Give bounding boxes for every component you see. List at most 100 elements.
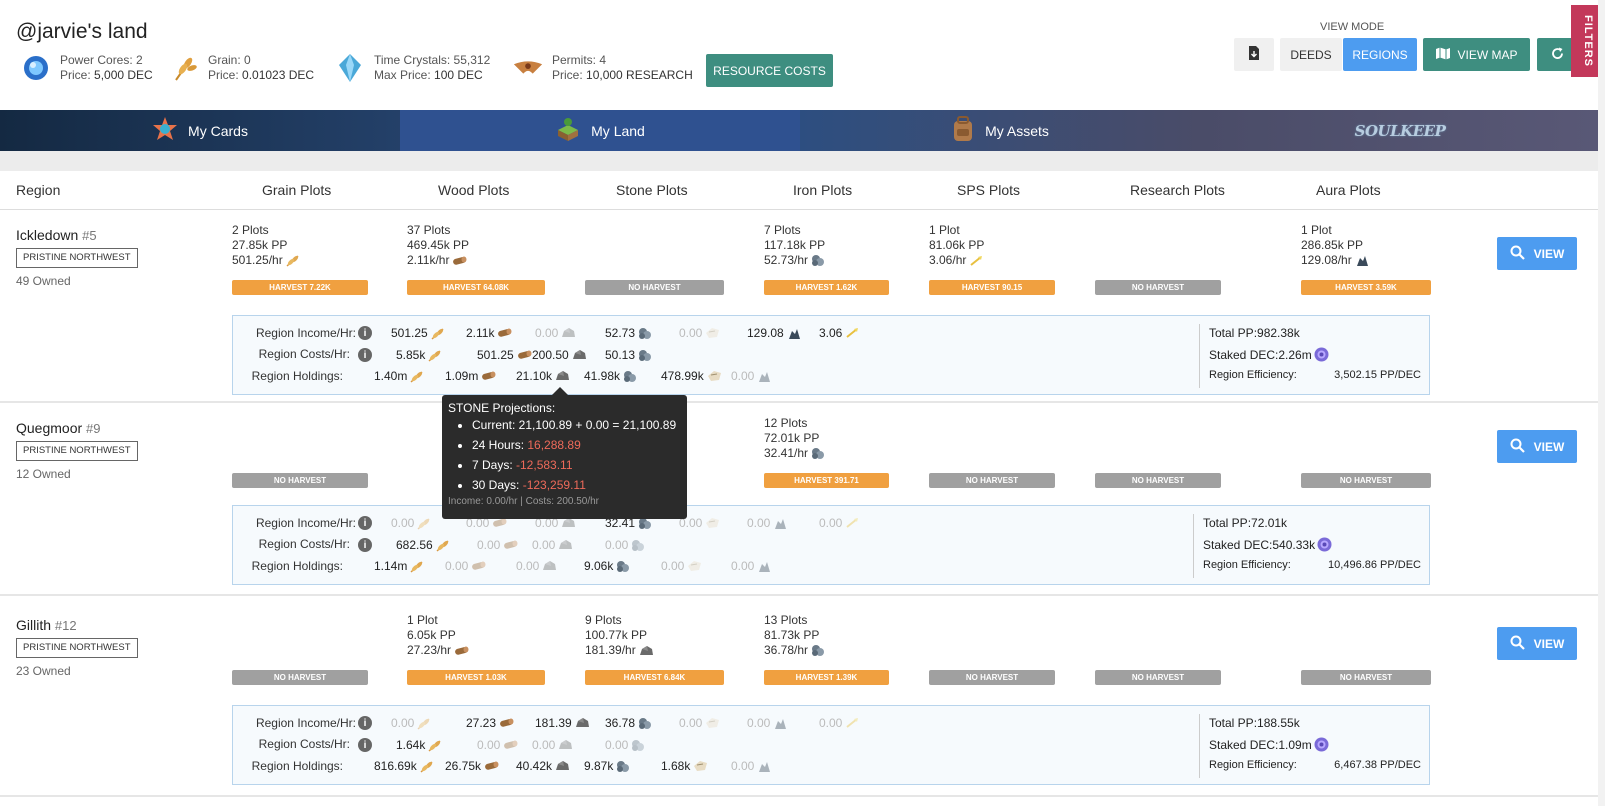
info-icon[interactable]: i (358, 538, 372, 552)
region-owned-count: 49 Owned (16, 274, 71, 288)
cost-value: 682.56 (396, 538, 451, 552)
grain-resource: Grain: 0 Price: 0.01023 DEC (168, 52, 314, 84)
stone-icon (558, 539, 573, 552)
holding-value: 1.09m (445, 369, 496, 383)
tab-my-land[interactable]: My Land (400, 110, 800, 151)
plot-info-wood: 1 Plot 6.05k PP 27.23/hr (407, 613, 469, 658)
research-icon (845, 517, 860, 530)
harvest-button-aura: NO HARVEST (1301, 670, 1431, 685)
info-icon[interactable]: i (358, 738, 372, 752)
power-cores-resource: Power Cores: 2 Price: 5,000 DEC (20, 52, 153, 84)
harvest-button-research: NO HARVEST (1095, 473, 1221, 488)
regions-view-button[interactable]: REGIONS (1343, 38, 1417, 71)
aura-icon (757, 760, 772, 773)
region-name: Gillith #12 (16, 617, 77, 633)
plot-info-iron: 13 Plots 81.73k PP 36.78/hr (764, 613, 825, 658)
harvest-button-stone[interactable]: HARVEST 6.84K (585, 670, 724, 685)
income-value: 0.00 (391, 716, 432, 730)
stone-icon (572, 349, 587, 362)
harvest-button-research: NO HARVEST (1095, 280, 1221, 295)
info-icon[interactable]: i (358, 348, 372, 362)
tab-my-cards[interactable]: My Cards (0, 110, 400, 151)
region-summary: Region Income/Hr: i 0.00 27.23 181.39 36.78 0.… (232, 705, 1430, 785)
search-icon (1510, 635, 1525, 653)
iron-icon (623, 370, 638, 383)
tab-soulkeep[interactable]: SOULKEEP (1200, 110, 1600, 151)
harvest-button-sps[interactable]: HARVEST 90.15 (929, 280, 1055, 295)
region-tag: PRISTINE NORTHWEST (16, 441, 138, 461)
sps-icon (705, 517, 720, 530)
plot-info-aura: 1 Plot 286.85k PP 129.08/hr (1301, 223, 1369, 268)
info-icon[interactable]: i (358, 716, 372, 730)
income-value: 0.00 (819, 516, 860, 530)
cost-value: 0.00 (605, 738, 646, 752)
region-row: Ickledown #5 PRISTINE NORTHWEST 49 Owned 2… (0, 210, 1600, 403)
holding-value: 21.10k (516, 369, 570, 383)
wood-icon (471, 560, 486, 573)
stone-icon (561, 327, 576, 340)
cards-icon (152, 116, 178, 145)
costs-label: Region Costs/Hr: (258, 737, 350, 751)
grain-icon (168, 52, 200, 84)
harvest-button-iron[interactable]: HARVEST 391.71 (764, 473, 889, 488)
plot-info-iron: 7 Plots 117.18k PP 52.73/hr (764, 223, 826, 267)
harvest-button-grain[interactable]: HARVEST 7.22K (232, 280, 368, 295)
income-value: 0.00 (747, 716, 788, 730)
region-tag: PRISTINE NORTHWEST (16, 638, 138, 658)
grain-icon (431, 327, 446, 340)
page-header: @jarvie's land Power Cores: 2 Price: 5,00… (0, 0, 1605, 110)
sps-icon (687, 560, 702, 573)
total-pp: Total PP:72.01k (1203, 516, 1288, 530)
plot-info-stone: 9 Plots 100.77k PP 181.39/hr (585, 613, 654, 658)
harvest-button-wood[interactable]: HARVEST 64.08K (407, 280, 545, 295)
holding-value: 1.40m (374, 369, 425, 383)
holding-value: 0.00 (516, 559, 557, 573)
income-value: 27.23 (466, 716, 514, 730)
region-owned-count: 12 Owned (16, 467, 71, 481)
iron-resource-icon (811, 447, 825, 460)
summary-divider (1199, 324, 1200, 388)
total-pp: Total PP:982.38k (1209, 326, 1300, 340)
dec-icon (1314, 347, 1329, 362)
main-nav: My Cards My Land My Assets SOULKEEP (0, 110, 1600, 151)
cost-value: 501.25 (477, 348, 532, 362)
deeds-view-button[interactable]: DEEDS (1280, 38, 1342, 71)
income-value: 501.25 (391, 326, 446, 340)
harvest-button-aura[interactable]: HARVEST 3.59K (1301, 280, 1431, 295)
col-region: Region (16, 182, 61, 198)
stone-projection-tooltip: STONE Projections: Current: 21,100.89 + … (442, 387, 687, 519)
sps-icon (705, 327, 720, 340)
tab-my-assets[interactable]: My Assets (800, 110, 1200, 151)
view-region-button[interactable]: VIEW (1497, 627, 1577, 660)
aura-icon (757, 560, 772, 573)
search-icon (1510, 245, 1525, 263)
cost-value: 0.00 (477, 738, 518, 752)
plot-info-iron: 12 Plots 72.01k PP 32.41/hr (764, 416, 825, 461)
income-label: Region Income/Hr: (255, 716, 356, 730)
iron-resource-icon (811, 254, 825, 267)
info-icon[interactable]: i (358, 326, 372, 340)
wood-icon (503, 539, 518, 552)
summary-divider (1199, 714, 1200, 778)
view-map-button[interactable]: VIEW MAP (1423, 38, 1530, 71)
wood-icon (481, 370, 496, 383)
cost-value: 200.50 (532, 348, 587, 362)
resource-costs-button[interactable]: RESOURCE COSTS (706, 54, 833, 87)
region-name: Ickledown #5 (16, 227, 97, 243)
view-region-button[interactable]: VIEW (1497, 430, 1577, 463)
page-scrollbar[interactable] (1598, 0, 1605, 806)
harvest-button-iron[interactable]: HARVEST 1.62K (764, 280, 889, 295)
cost-value: 5.85k (396, 348, 443, 362)
income-value: 2.11k (466, 326, 512, 340)
aura-icon (757, 370, 772, 383)
research-icon (845, 717, 860, 730)
tooltip-arrow (552, 387, 568, 395)
view-region-button[interactable]: VIEW (1497, 237, 1577, 270)
info-icon[interactable]: i (358, 516, 372, 530)
region-name: Quegmoor #9 (16, 420, 101, 436)
holding-value: 9.06k (584, 559, 631, 573)
download-button[interactable] (1234, 38, 1274, 71)
harvest-button-wood[interactable]: HARVEST 1.03K (407, 670, 545, 685)
harvest-button-iron[interactable]: HARVEST 1.39K (764, 670, 889, 685)
region-efficiency-label: Region Efficiency: (1203, 559, 1291, 571)
